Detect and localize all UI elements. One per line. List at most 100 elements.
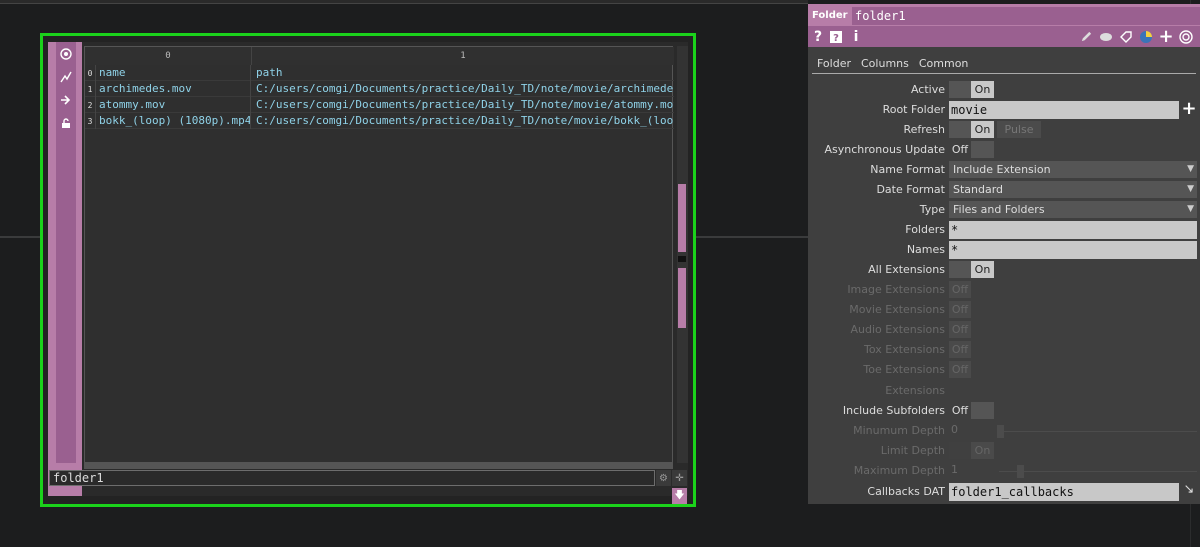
op-name-field[interactable]: folder1 [852,7,1200,25]
names-field[interactable]: * [949,241,1197,259]
param-tabs: Folder Columns Common [812,56,973,74]
param-names: Names * [808,240,1200,260]
network-canvas[interactable]: 0 1 0 name path 1 archimedes.mov C:/user… [0,0,1200,547]
date-format-dropdown[interactable]: Standard ▼ [949,181,1197,198]
param-label: Active [910,83,945,96]
param-date-format: Date Format Standard ▼ [808,180,1200,200]
panel-toolbar: ? ? i + [808,26,1200,47]
table-cell[interactable]: archimedes.mov [97,81,251,97]
table-row[interactable]: 0 name path [85,65,674,81]
table-cell[interactable]: name [97,65,251,81]
table-cell[interactable]: C:/users/comgi/Documents/practice/Daily_… [252,81,674,97]
folder-dat-node[interactable]: 0 1 0 name path 1 archimedes.mov C:/user… [40,33,696,507]
param-max-depth: Maximum Depth 1 [808,461,1200,481]
max-depth-slider: 1 [949,463,1197,479]
param-async: Asynchronous Update Off [808,140,1200,160]
table-cell[interactable]: path [252,65,674,81]
root-folder-field[interactable]: movie [949,101,1179,119]
tab-folder[interactable]: Folder [812,56,856,74]
target-icon[interactable] [1178,28,1194,45]
tab-common[interactable]: Common [914,56,974,74]
python-help-icon[interactable]: ? [828,28,844,45]
active-toggle[interactable]: On [949,81,994,98]
panel-title-bar: Folder folder1 [808,4,1200,26]
limit-depth-toggle: On [949,442,994,459]
param-movie-extensions: Movie Extensions Off [808,300,1200,320]
param-audio-extensions: Audio Extensions Off [808,320,1200,340]
include-subfolders-toggle[interactable]: Off [949,402,994,419]
node-viewer: 0 1 0 name path 1 archimedes.mov C:/user… [48,42,688,504]
table-row[interactable]: 3 bokk_(loop) (1080p).mp4 C:/users/comgi… [85,113,674,129]
table-row[interactable]: 2 atommy.mov C:/users/comgi/Documents/pr… [85,97,674,113]
refresh-toggle[interactable]: On [949,121,994,138]
lock-icon[interactable] [57,114,74,131]
image-extensions-toggle: Off [949,281,994,298]
param-refresh: Refresh On Pulse [808,120,1200,140]
async-toggle[interactable]: Off [949,141,994,158]
scroll-thumb[interactable] [678,268,686,328]
table-cell[interactable]: C:/users/comgi/Documents/practice/Daily_… [252,97,674,113]
type-dropdown[interactable]: Files and Folders ▼ [949,201,1197,218]
param-label: Extensions [885,384,945,397]
param-label: Type [919,203,945,216]
table-row[interactable]: 1 archimedes.mov C:/users/comgi/Document… [85,81,674,97]
add-icon[interactable]: + [1158,26,1174,47]
scroll-thumb[interactable] [678,184,686,252]
scroll-divider [678,256,686,262]
table-cell[interactable]: C:/users/comgi/Documents/practice/Daily_… [252,113,674,129]
pulse-button[interactable]: Pulse [997,121,1041,138]
op-type-label: Folder [812,9,848,21]
browse-plus-icon[interactable]: + [1180,100,1198,118]
param-tox-extensions: Tox Extensions Off [808,340,1200,360]
plus-icon[interactable]: ✛ [672,470,687,486]
chevron-down-icon: ▼ [1187,204,1194,214]
param-extensions: Extensions [808,381,1200,401]
python-icon[interactable] [1138,28,1154,45]
table-cell[interactable]: bokk_(loop) (1080p).mp4 [97,113,251,129]
bypass-arrow-icon[interactable] [57,91,74,108]
param-toe-extensions: Toe Extensions Off [808,360,1200,380]
table-view[interactable]: 0 1 0 name path 1 archimedes.mov C:/user… [84,46,674,463]
table-cell[interactable]: atommy.mov [97,97,251,113]
param-min-depth: Minumum Depth 0 [808,421,1200,441]
node-side-bar [48,42,82,496]
param-label: Maximum Depth [853,464,945,477]
horizontal-scrollbar[interactable] [84,463,673,469]
toe-extensions-toggle: Off [949,361,994,378]
param-label: Minumum Depth [853,424,945,437]
param-root-folder: Root Folder movie + [808,100,1200,120]
info-icon[interactable]: i [848,28,864,45]
param-include-subfolders: Include Subfolders Off [808,401,1200,421]
row-index: 0 [85,65,96,81]
comment-icon[interactable] [1098,28,1114,45]
cook-icon[interactable] [57,68,74,85]
viewer-icon[interactable] [57,45,74,62]
param-callbacks-dat: Callbacks DAT folder1_callbacks ↘ [808,482,1200,502]
svg-text:?: ? [833,33,839,44]
min-depth-slider: 0 [949,423,1197,439]
all-extensions-toggle[interactable]: On [949,261,994,278]
param-label: Name Format [870,163,945,176]
name-format-dropdown[interactable]: Include Extension ▼ [949,161,1197,178]
column-header-1[interactable]: 1 [252,47,674,65]
node-name-field[interactable]: folder1 [49,470,655,486]
gear-icon[interactable]: ⚙ [656,470,671,486]
param-active: Active On [808,80,1200,100]
down-arrow-icon[interactable]: 🡇 [672,488,687,504]
param-name-format: Name Format Include Extension ▼ [808,160,1200,180]
arrow-link-icon[interactable]: ↘ [1180,482,1198,500]
callbacks-dat-field[interactable]: folder1_callbacks [949,483,1179,501]
tag-icon[interactable] [1118,28,1134,45]
column-header-0[interactable]: 0 [85,47,252,65]
node-side-column [56,42,76,463]
param-label: Refresh [903,123,945,136]
param-label: Folders [905,223,945,236]
folders-field[interactable]: * [949,221,1197,239]
param-label: Date Format [876,183,945,196]
tox-extensions-toggle: Off [949,341,994,358]
top-bar [0,0,808,4]
tab-columns[interactable]: Columns [856,56,914,74]
pencil-icon[interactable] [1078,28,1094,45]
help-icon[interactable]: ? [810,28,826,45]
vertical-scrollbar[interactable] [677,46,688,463]
